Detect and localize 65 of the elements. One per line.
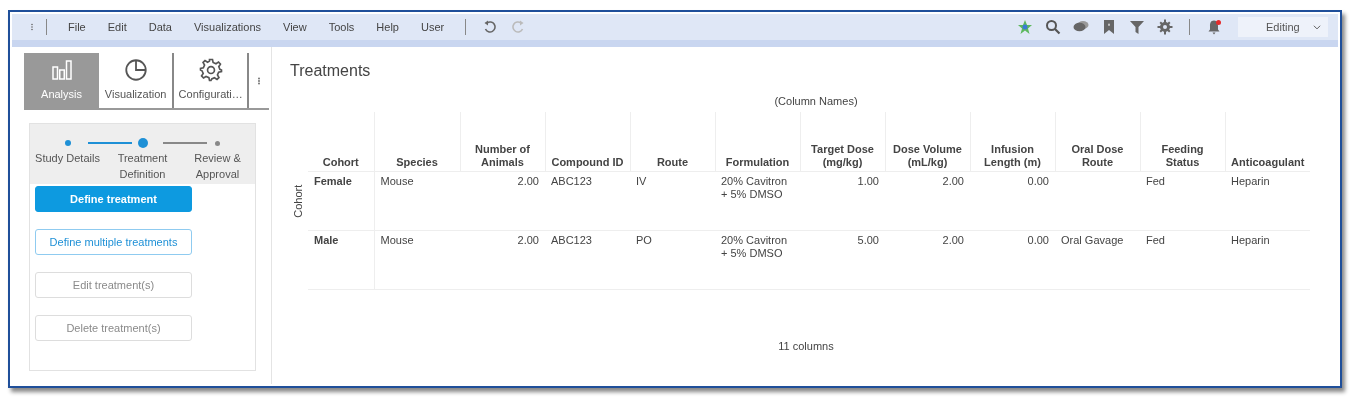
row-axis-label: Cohort — [291, 184, 306, 218]
column-header[interactable]: Number of Animals — [460, 111, 545, 172]
table-cell: 2.00 — [460, 171, 545, 231]
menu-item[interactable]: Help — [365, 18, 410, 36]
action-button[interactable]: Define multiple treatments — [35, 229, 192, 255]
menu-item[interactable]: Tools — [317, 18, 366, 36]
settings-icon[interactable] — [1157, 19, 1173, 35]
table-cell: Fed — [1140, 171, 1225, 231]
column-header[interactable]: Route — [630, 111, 715, 172]
undo-icon[interactable] — [482, 19, 499, 35]
table-cell: ABC123 — [545, 230, 630, 290]
step-connector — [163, 142, 207, 144]
column-header[interactable]: Oral Dose Route — [1055, 111, 1140, 172]
table-cell: PO — [630, 230, 715, 290]
table-cell: ABC123 — [545, 171, 630, 231]
column-header[interactable]: Cohort — [308, 111, 374, 172]
bookmark-icon[interactable] — [1101, 19, 1117, 35]
table-cell: Heparin — [1225, 171, 1310, 231]
menu-item[interactable]: Data — [137, 18, 183, 36]
search-icon[interactable] — [1045, 19, 1061, 35]
table-cell: 2.00 — [885, 230, 970, 290]
table-cell: 2.00 — [885, 171, 970, 231]
table-cell: 20% Cavitron + 5% DMSO — [715, 230, 800, 290]
column-header[interactable]: Compound ID — [545, 111, 630, 172]
column-header[interactable]: Formulation — [715, 111, 800, 172]
bar-chart-icon — [49, 57, 74, 82]
table-cell: 20% Cavitron + 5% DMSO — [715, 171, 800, 231]
gear-icon — [198, 57, 223, 82]
table-cell: 1.00 — [800, 171, 885, 231]
table-cell: IV — [630, 171, 715, 231]
step-label: Treatment Definition — [116, 151, 169, 182]
table-cell: Mouse — [374, 230, 460, 290]
filter-icon[interactable] — [1129, 19, 1145, 35]
column-header[interactable]: Infusion Length (m) — [970, 111, 1055, 172]
step-connector — [88, 142, 132, 144]
mode-dropdown[interactable]: Editing — [1238, 17, 1328, 37]
table-cell: Oral Gavage — [1055, 230, 1140, 290]
panel-title: Treatments — [290, 61, 372, 81]
table-cell: 2.00 — [460, 230, 545, 290]
menu-item[interactable]: Edit — [96, 18, 138, 36]
column-header[interactable]: Species — [374, 111, 460, 172]
menu-item[interactable]: File — [57, 18, 97, 36]
column-header[interactable]: Anticoagulant — [1225, 111, 1310, 172]
row-header: Male — [308, 230, 374, 290]
column-count: 11 columns — [777, 339, 835, 354]
table-cell: 0.00 — [970, 171, 1055, 231]
step-label: Study Details — [34, 151, 101, 166]
menu-item[interactable]: Visualizations — [182, 18, 272, 36]
column-header[interactable]: Dose Volume (mL/kg) — [885, 111, 970, 172]
table-cell: Mouse — [374, 171, 460, 231]
menu-item[interactable]: User — [410, 18, 456, 36]
table-cell: Heparin — [1225, 230, 1310, 290]
pie-chart-icon — [123, 57, 148, 82]
column-header[interactable]: Target Dose (mg/kg) — [800, 111, 885, 172]
chevron-down-icon[interactable] — [1312, 22, 1322, 32]
notification-icon[interactable] — [1206, 19, 1222, 35]
column-header[interactable]: Feeding Status — [1140, 111, 1225, 172]
table-cell: Fed — [1140, 230, 1225, 290]
step-label: Review & Approval — [193, 151, 242, 182]
row-header: Female — [308, 171, 374, 231]
menu-item[interactable]: View — [272, 18, 318, 36]
table-cell: 5.00 — [800, 230, 885, 290]
column-axis-label: (Column Names) — [773, 94, 859, 109]
table-cell: 0.00 — [970, 230, 1055, 290]
star-icon[interactable] — [1017, 19, 1033, 35]
